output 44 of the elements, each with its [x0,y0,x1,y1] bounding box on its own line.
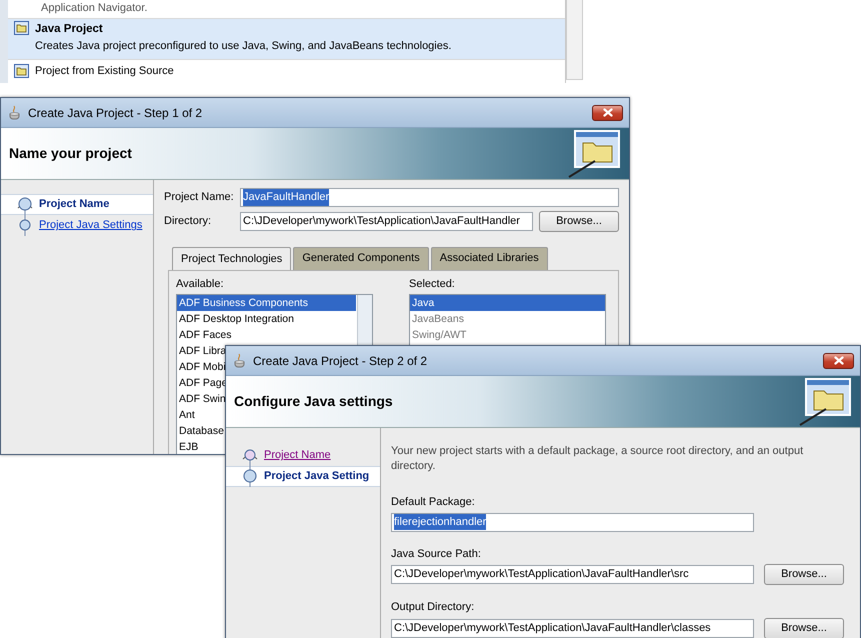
field-label: Directory: [164,214,212,230]
browse-button[interactable]: Browse... [764,564,844,585]
gallery-item[interactable]: Java Project Creates Java project preconfigured to use Java, Swing, and JavaBeans technologies. [8,19,565,60]
item-description: Application Navigator. [41,0,148,16]
tab[interactable]: Associated Libraries [430,247,548,270]
field-label: Java Source Path: [391,546,482,562]
folder-icon [14,21,29,35]
list-item[interactable]: Java [410,295,605,311]
browse-button[interactable]: Browse... [764,618,844,638]
list-label: Available: [176,276,224,292]
item-title: Project from Existing Source [35,64,174,79]
folder-icon [14,64,29,78]
browse-button[interactable]: Browse... [539,211,619,232]
text-field[interactable]: C:\JDeveloper\mywork\TestApplication\JavaFaultHandler\src [391,565,754,584]
field-label: Default Package: [391,495,476,510]
field-label: Project Name: [164,190,234,206]
gallery-item[interactable]: Project from Existing Source [8,60,565,82]
wizard-folder-icon [798,376,854,426]
window-title: Create Java Project - Step 1 of 2 [28,104,202,122]
wizard-folder-icon [567,128,623,178]
header-title: Name your project [9,144,132,163]
tab[interactable]: Project Technologies [172,247,292,270]
close-icon [602,108,612,117]
list-item[interactable]: ADF Faces [177,327,356,343]
close-icon [834,356,844,365]
item-title: Java Project [35,22,104,37]
header-title: Configure Java settings [234,392,393,411]
list-item[interactable]: ADF Desktop Integration [177,311,356,327]
window-title: Create Java Project - Step 2 of 2 [253,352,428,370]
scrollbar[interactable] [566,0,583,80]
description-text: Your new project starts with a default package, a source root directory, and an output directory. [391,444,804,474]
text-field[interactable]: filerejectionhandler [391,512,754,532]
tab[interactable]: Generated Components [293,247,429,270]
text-field[interactable]: C:\JDeveloper\mywork\TestApplication\JavaFaultHandler [240,212,533,231]
close-button[interactable] [823,352,854,368]
list-label: Selected: [409,276,456,292]
list-item[interactable]: ADF Business Components [177,295,356,311]
text-field[interactable]: C:\JDeveloper\mywork\TestApplication\JavaFaultHandler\classes [391,618,754,638]
item-description: Creates Java project preconfigured to use Java, Swing, and JavaBeans technologies. [35,39,452,54]
field-label: Output Directory: [391,600,476,615]
close-button[interactable] [592,104,623,120]
step-link[interactable]: Project Java Settings [39,217,142,234]
text-field[interactable]: JavaFaultHandler [240,188,619,207]
step-link[interactable]: Project Name [264,447,331,464]
